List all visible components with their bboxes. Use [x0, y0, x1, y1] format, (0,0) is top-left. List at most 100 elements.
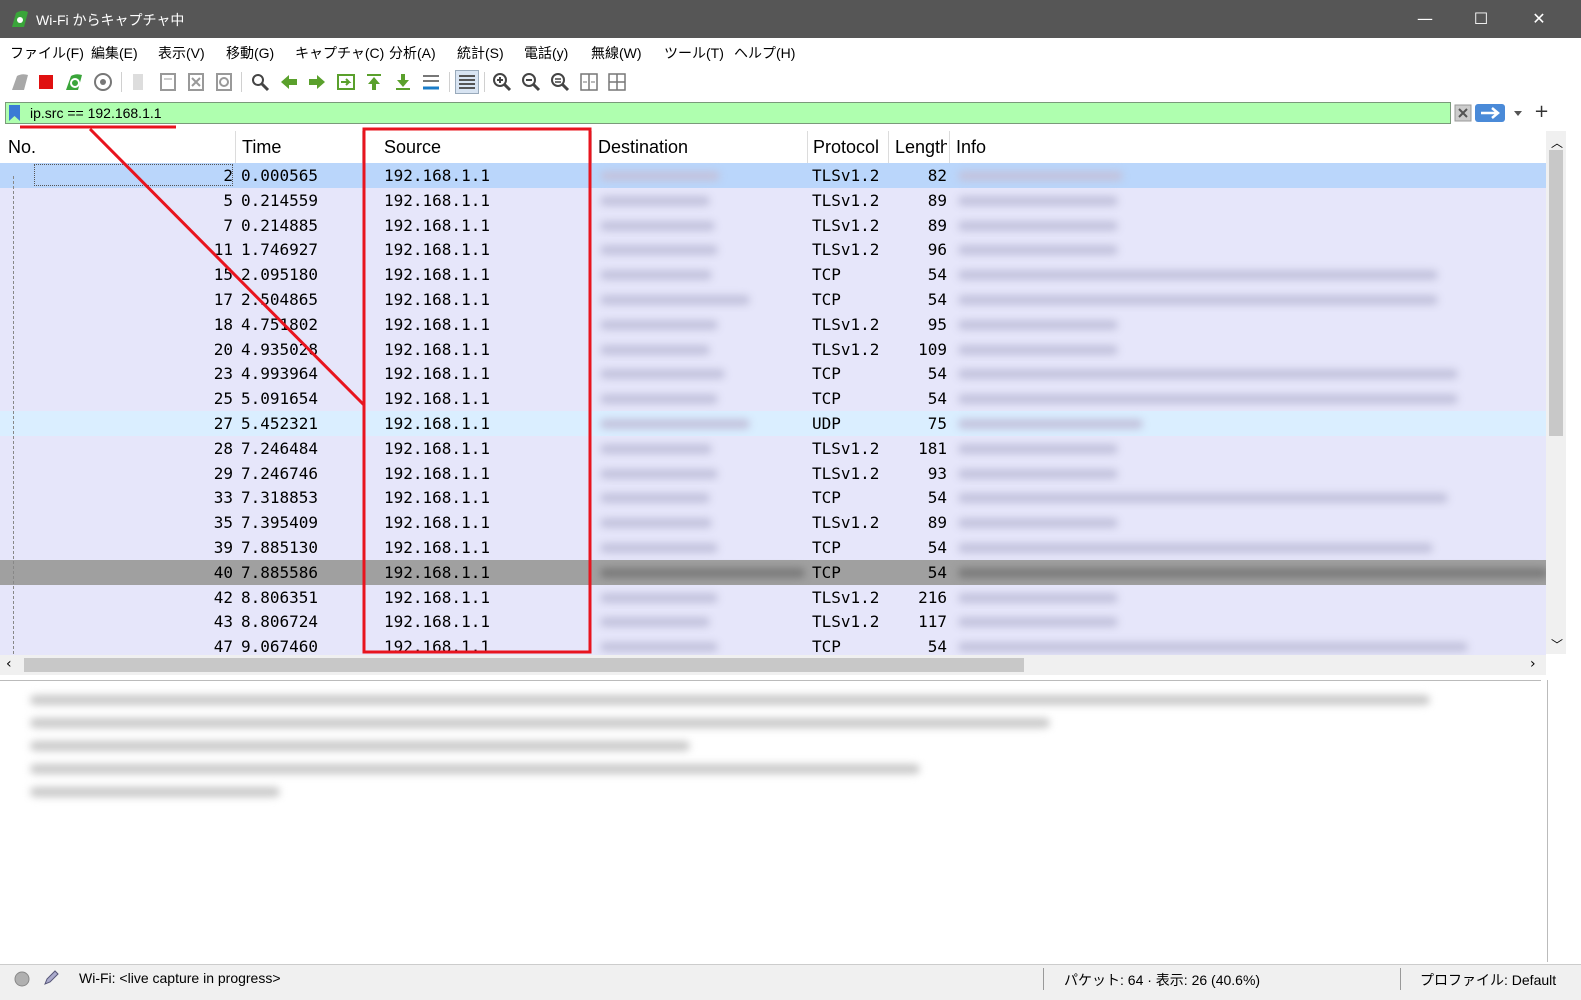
resize-columns-icon[interactable]: [578, 71, 600, 93]
menu-analyze[interactable]: 分析(A): [389, 43, 436, 63]
packet-row[interactable]: 33 7.318853 192.168.1.1 TCP 54: [0, 485, 1546, 511]
scroll-right-icon[interactable]: ›: [1530, 656, 1536, 672]
packet-length: 54: [927, 538, 947, 557]
go-first-packet-icon[interactable]: [363, 71, 385, 93]
restart-capture-icon[interactable]: [63, 71, 85, 93]
packet-time: 0.000565: [241, 166, 319, 185]
packet-protocol: TCP: [812, 488, 841, 508]
packet-no: 40: [213, 562, 233, 582]
packet-length: 117: [918, 612, 947, 632]
display-filter-input[interactable]: [5, 102, 1451, 124]
scroll-down-icon[interactable]: ﹀: [1551, 636, 1563, 653]
packet-protocol: TLSv1.2: [812, 166, 880, 185]
capture-options-icon[interactable]: [92, 71, 114, 93]
colorize-icon[interactable]: [455, 70, 479, 94]
scroll-left-icon[interactable]: ‹: [6, 656, 12, 672]
menu-telephony[interactable]: 電話(y): [524, 43, 568, 63]
packet-row[interactable]: 28 7.246484 192.168.1.1 TLSv1.2 181: [0, 435, 1546, 461]
packet-no: 11: [213, 240, 233, 260]
open-file-icon[interactable]: [128, 71, 150, 93]
menu-file[interactable]: ファイル(F): [10, 43, 84, 63]
column-header-destination[interactable]: Destination: [598, 137, 688, 158]
packet-row[interactable]: 17 2.504865 192.168.1.1 TCP 54: [0, 287, 1546, 312]
menu-help[interactable]: ヘルプ(H): [734, 43, 795, 63]
auto-scroll-icon[interactable]: [420, 71, 442, 93]
stop-capture-icon[interactable]: [35, 71, 57, 93]
capture-comment-icon[interactable]: [42, 969, 60, 987]
column-header-time[interactable]: Time: [242, 137, 281, 158]
packet-bytes-pane[interactable]: [1547, 680, 1581, 962]
menu-edit[interactable]: 編集(E): [91, 43, 138, 63]
filter-dropdown-icon[interactable]: [1511, 106, 1525, 120]
column-header-source[interactable]: Source: [384, 137, 441, 158]
start-capture-icon[interactable]: [9, 71, 31, 93]
filter-add-button[interactable]: +: [1534, 101, 1549, 122]
blurred-detail-line: [30, 741, 690, 751]
packet-row[interactable]: 35 7.395409 192.168.1.1 TLSv1.2 89: [0, 510, 1546, 536]
menu-statistics[interactable]: 統計(S): [457, 43, 504, 63]
packet-row[interactable]: 20 4.935028 192.168.1.1 TLSv1.2 109: [0, 336, 1546, 362]
expert-info-icon[interactable]: [13, 970, 31, 988]
packet-no: 15: [213, 265, 233, 285]
packet-row[interactable]: 18 4.751802 192.168.1.1 TLSv1.2 95: [0, 311, 1546, 337]
menu-capture[interactable]: キャプチャ(C): [295, 43, 384, 63]
filter-apply-arrow-icon[interactable]: [1475, 104, 1505, 122]
status-profile[interactable]: プロファイル: Default: [1420, 970, 1556, 990]
packet-row[interactable]: 39 7.885130 192.168.1.1 TCP 54: [0, 535, 1546, 560]
minimize-button[interactable]: —: [1396, 0, 1454, 38]
blurred-info: [958, 344, 1118, 355]
packet-row[interactable]: 5 0.214559 192.168.1.1 TLSv1.2 89: [0, 187, 1546, 213]
packet-row[interactable]: 27 5.452321 192.168.1.1 UDP 75: [0, 411, 1546, 436]
packet-row[interactable]: 25 5.091654 192.168.1.1 TCP 54: [0, 386, 1546, 412]
packet-row[interactable]: 29 7.246746 192.168.1.1 TLSv1.2 93: [0, 460, 1546, 486]
packet-row[interactable]: 43 8.806724 192.168.1.1 TLSv1.2 117: [0, 609, 1546, 635]
normal-size-icon[interactable]: [549, 71, 571, 93]
go-forward-icon[interactable]: [306, 71, 328, 93]
packet-length: 109: [918, 339, 947, 359]
packet-row[interactable]: 23 4.993964 192.168.1.1 TCP 54: [0, 361, 1546, 387]
menu-tools[interactable]: ツール(T): [664, 43, 724, 63]
packet-length: 93: [927, 463, 947, 483]
filter-bookmark-icon[interactable]: [8, 104, 21, 122]
packet-no: 47: [213, 637, 233, 657]
zoom-in-icon[interactable]: [491, 71, 513, 93]
filter-clear-icon[interactable]: [1454, 104, 1472, 122]
packet-no: 42: [213, 587, 233, 607]
packet-source: 192.168.1.1: [384, 637, 490, 657]
save-file-icon[interactable]: [157, 71, 179, 93]
column-header-length[interactable]: Length: [895, 137, 947, 158]
packet-row[interactable]: 15 2.095180 192.168.1.1 TCP 54: [0, 262, 1546, 288]
menu-view[interactable]: 表示(V): [158, 43, 205, 63]
find-packet-icon[interactable]: [249, 71, 271, 93]
close-button[interactable]: ✕: [1510, 0, 1568, 38]
packet-row[interactable]: 7 0.214885 192.168.1.1 TLSv1.2 89: [0, 212, 1546, 238]
packet-time: 2.504865: [241, 290, 319, 309]
packet-time: 4.993964: [241, 364, 319, 384]
menu-wireless[interactable]: 無線(W): [591, 43, 642, 63]
packet-time: 1.746927: [241, 240, 319, 260]
packet-row[interactable]: 11 1.746927 192.168.1.1 TLSv1.2 96: [0, 237, 1546, 263]
packet-protocol: TCP: [812, 562, 841, 582]
packet-protocol: TCP: [812, 538, 841, 557]
vertical-scroll-thumb[interactable]: [1549, 150, 1563, 436]
go-to-packet-icon[interactable]: [335, 71, 357, 93]
go-back-icon[interactable]: [278, 71, 300, 93]
column-header-info[interactable]: Info: [956, 137, 986, 158]
packet-row[interactable]: 42 8.806351 192.168.1.1 TLSv1.2 216: [0, 584, 1546, 610]
packet-details-pane[interactable]: [0, 680, 1541, 963]
display-filter-text[interactable]: ip.src == 192.168.1.1: [30, 105, 162, 121]
packet-length: 89: [927, 190, 947, 210]
column-header-protocol[interactable]: Protocol: [813, 137, 879, 158]
packet-row[interactable]: 40 7.885586 192.168.1.1 TCP 54: [0, 559, 1548, 585]
maximize-button[interactable]: ☐: [1452, 0, 1510, 38]
zoom-out-icon[interactable]: [520, 71, 542, 93]
menu-go[interactable]: 移動(G): [226, 43, 274, 63]
close-file-icon[interactable]: [185, 71, 207, 93]
layout-icon[interactable]: [606, 71, 628, 93]
go-last-packet-icon[interactable]: [392, 71, 414, 93]
reload-file-icon[interactable]: [213, 71, 235, 93]
column-header-no[interactable]: No.: [8, 137, 36, 158]
scroll-up-icon[interactable]: ︿: [1551, 134, 1563, 151]
packet-time: 4.935028: [241, 339, 319, 359]
horizontal-scroll-thumb[interactable]: [24, 658, 1024, 672]
